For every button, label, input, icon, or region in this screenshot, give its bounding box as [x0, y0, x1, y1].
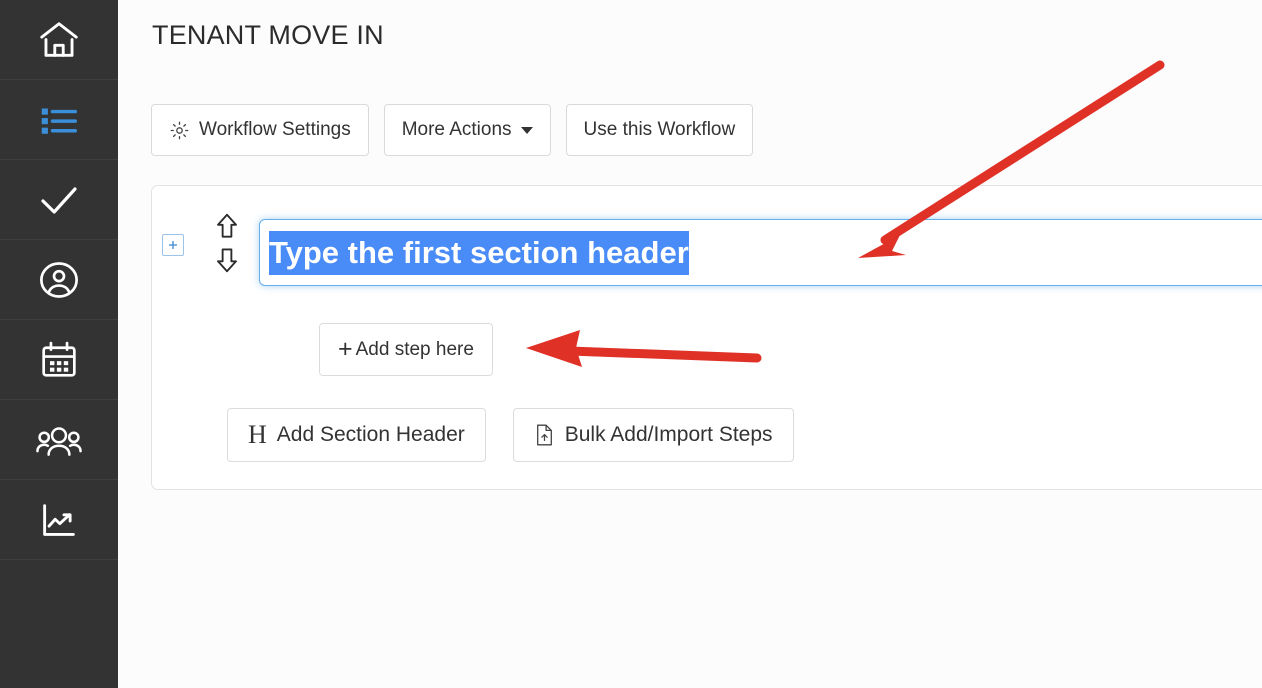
plus-icon [169, 241, 177, 249]
bulk-add-import-label: Bulk Add/Import Steps [564, 423, 773, 446]
sidebar-item-tasks[interactable] [0, 160, 118, 240]
more-actions-label: More Actions [401, 119, 512, 140]
sidebar [0, 0, 118, 688]
workflow-builder-card: Type the first section header + Add step… [151, 185, 1262, 490]
section-header-input-wrap: Type the first section header [259, 219, 1262, 286]
add-step-here-label: Add step here [355, 338, 474, 360]
people-group-icon [34, 415, 84, 465]
add-section-header-label: Add Section Header [276, 423, 465, 446]
chart-trend-icon [36, 497, 82, 543]
file-upload-icon [534, 423, 555, 447]
gear-icon [169, 120, 190, 141]
use-this-workflow-label: Use this Workflow [583, 119, 736, 140]
workflow-toolbar: Workflow Settings More Actions Use this … [151, 104, 754, 156]
add-section-header-button[interactable]: H Add Section Header [227, 408, 486, 462]
plus-icon: + [338, 335, 353, 363]
sidebar-item-account[interactable] [0, 240, 118, 320]
check-icon [35, 176, 83, 224]
calendar-icon [36, 337, 82, 383]
bulk-add-import-steps-button[interactable]: Bulk Add/Import Steps [512, 408, 794, 462]
move-up-arrow-icon[interactable] [212, 211, 242, 241]
home-icon [36, 17, 82, 63]
card-bottom-actions: H Add Section Header Bulk Add/Import Ste… [227, 408, 794, 462]
more-actions-button[interactable]: More Actions [383, 104, 551, 156]
move-controls [210, 211, 244, 275]
workflow-settings-button[interactable]: Workflow Settings [151, 104, 369, 156]
section-header-input[interactable] [259, 219, 1262, 286]
sidebar-item-people[interactable] [0, 400, 118, 480]
expand-section-toggle[interactable] [162, 234, 184, 256]
sidebar-item-home[interactable] [0, 0, 118, 80]
user-circle-icon [36, 257, 82, 303]
add-step-here-button[interactable]: + Add step here [319, 323, 493, 376]
move-down-arrow-icon[interactable] [212, 245, 242, 275]
chevron-down-icon [520, 126, 533, 134]
sidebar-item-reports[interactable] [0, 480, 118, 560]
list-icon [36, 97, 82, 143]
section-header-row: Type the first section header [152, 186, 1262, 304]
page-title: TENANT MOVE IN [152, 20, 384, 50]
use-this-workflow-button[interactable]: Use this Workflow [565, 104, 754, 156]
sidebar-item-checklists[interactable] [0, 80, 118, 160]
heading-h-icon: H [248, 420, 267, 449]
sidebar-item-calendar[interactable] [0, 320, 118, 400]
main-content: TENANT MOVE IN Workflow Settings More Ac… [118, 0, 1262, 688]
workflow-settings-label: Workflow Settings [199, 119, 351, 140]
